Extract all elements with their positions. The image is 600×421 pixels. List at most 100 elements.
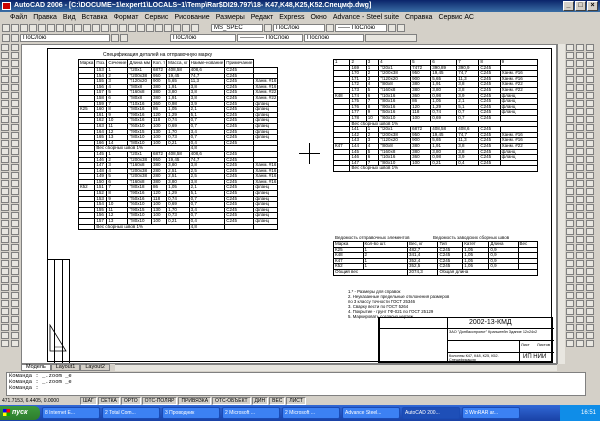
list-icon[interactable] [1,300,9,307]
haunch-icon[interactable] [566,244,574,251]
lineweight-combo[interactable]: Пocлою [304,34,364,42]
connection-icon[interactable] [566,188,574,195]
tab-layout2[interactable]: Layout2 [80,364,110,371]
layout-icon[interactable] [586,324,594,331]
move-icon[interactable] [11,84,19,91]
railing-icon[interactable] [566,164,574,171]
document-manager-icon[interactable] [566,284,574,291]
maximize-button[interactable]: □ [575,1,586,11]
dim-style-icon[interactable] [326,24,334,32]
level-icon[interactable] [566,132,574,139]
dyn-toggle[interactable]: ДИН [251,396,269,405]
copy-icon[interactable] [56,24,64,32]
break-icon[interactable] [11,140,19,147]
layer-match-icon[interactable] [11,340,19,347]
menu-draw[interactable]: Рисование [174,14,209,21]
layer-freeze-icon[interactable] [11,316,19,323]
view-top-icon[interactable] [576,148,584,155]
view-front-icon[interactable] [576,156,584,163]
menu-window[interactable]: Окно [311,14,327,21]
select-icon[interactable] [576,52,584,59]
taskbar-item-microsoft-2[interactable]: 2 Microsoft ... [282,407,340,419]
layer-manager-icon[interactable] [2,34,10,42]
table-style-icon[interactable] [388,24,396,32]
sum-icon[interactable] [586,252,594,259]
menu-modify[interactable]: Редакт [251,14,273,21]
gusset-icon[interactable] [566,220,574,227]
spell-icon[interactable] [586,172,594,179]
snap-none-icon[interactable] [11,252,19,259]
paste-icon[interactable] [65,24,73,32]
otrack-toggle[interactable]: ОТС-ОБЪЕКТ [212,396,251,405]
update-field-icon[interactable] [586,196,594,203]
help-icon[interactable] [191,24,199,32]
close-button[interactable]: × [587,1,598,11]
advance-steel-icon[interactable] [397,24,405,32]
print-icon[interactable] [29,24,37,32]
bolt-icon[interactable] [566,68,574,75]
frame-icon[interactable] [566,172,574,179]
bind-icon[interactable] [586,108,594,115]
ucs-view-icon[interactable] [576,204,584,211]
menu-edit[interactable]: Правка [33,14,57,21]
dist-measure-icon[interactable] [576,260,584,267]
arc-icon[interactable] [1,84,9,91]
zoom-previous-icon[interactable] [128,24,136,32]
zoom-side-icon[interactable] [11,276,19,283]
menu-view[interactable]: Вид [63,14,76,21]
bom-icon[interactable] [566,268,574,275]
taskbar-item-explorer[interactable]: 3 Проводник [162,407,220,419]
mirror-icon[interactable] [11,60,19,67]
angle-measure-icon[interactable] [576,268,584,275]
ungroup-icon[interactable] [586,132,594,139]
bring-front-icon[interactable] [586,148,594,155]
elevation-icon[interactable] [576,324,584,331]
ellipse-icon[interactable] [1,116,9,123]
row-insert-icon[interactable] [586,228,594,235]
clip-icon[interactable] [586,92,594,99]
detail-icon[interactable] [576,316,584,323]
pan-icon[interactable] [101,24,109,32]
dim-aligned-icon[interactable] [1,204,9,211]
new-file-icon[interactable] [2,24,10,32]
redo-icon[interactable] [92,24,100,32]
label-icon[interactable] [576,292,584,299]
hole-icon[interactable] [566,92,574,99]
ellipse-arc-icon[interactable] [1,124,9,131]
match-properties-icon[interactable] [74,24,82,32]
insert-block-icon[interactable] [1,132,9,139]
snap-ortho-icon[interactable] [586,52,594,59]
snap-intersection-icon[interactable] [11,180,19,187]
construction-line-icon[interactable] [1,52,9,59]
copy-object-icon[interactable] [11,52,19,59]
menu-service-ac[interactable]: Сервис АС [438,14,474,21]
dim-update-icon[interactable] [1,260,9,267]
field-icon[interactable] [586,188,594,195]
taskbar-item-winrar[interactable]: 3 WinRAR ar... [462,407,520,419]
markup-icon[interactable] [173,24,181,32]
polygon-icon[interactable] [1,68,9,75]
snap-perpendicular-icon[interactable] [11,212,19,219]
ucs-apply-icon[interactable] [576,252,584,259]
rotate-icon[interactable] [11,92,19,99]
horizontal-scrollbar[interactable] [115,364,557,371]
weld-icon[interactable] [566,76,574,83]
cell-split-icon[interactable] [586,220,594,227]
exit-icon[interactable] [586,340,594,347]
undo-icon[interactable] [83,24,91,32]
weight-icon[interactable] [576,276,584,283]
menu-insert[interactable]: Вставка [82,14,108,21]
text-style-icon[interactable] [264,24,272,32]
layer-combo[interactable]: ПоСлою [273,24,325,32]
revision-cloud-icon[interactable] [1,100,9,107]
osnap-settings-icon[interactable] [11,260,19,267]
extend-icon[interactable] [11,124,19,131]
base-plate-icon[interactable] [566,196,574,203]
linetype-combo[interactable]: —— ПоСлою [335,24,387,32]
scale-icon[interactable] [11,100,19,107]
drawing-style-icon[interactable] [566,276,574,283]
section-icon[interactable] [576,308,584,315]
grid-icon[interactable] [566,124,574,131]
region-icon[interactable] [1,172,9,179]
taskbar-item-total-commander[interactable]: 2 Total Com... [102,407,160,419]
